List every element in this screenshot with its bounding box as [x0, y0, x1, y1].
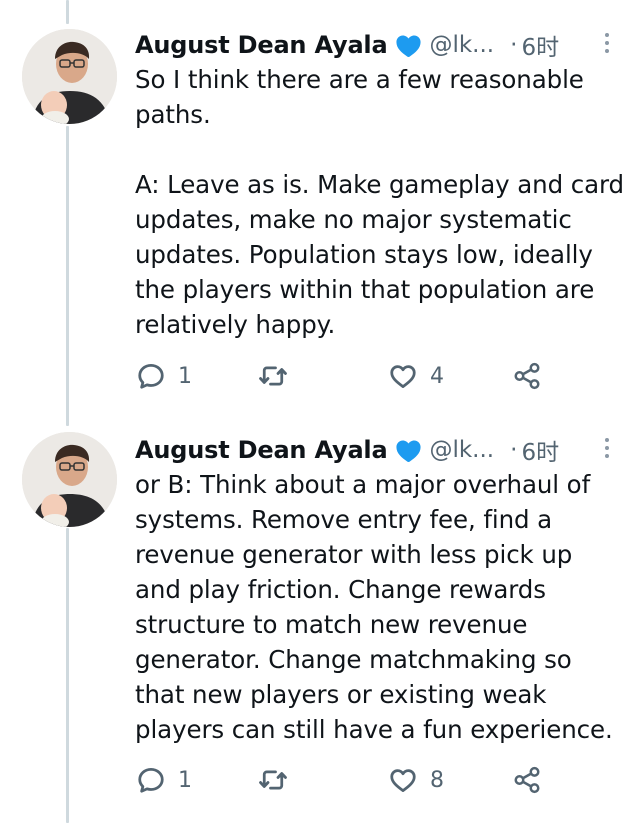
more-icon[interactable]	[602, 30, 612, 60]
share-button[interactable]	[512, 760, 542, 800]
like-count: 4	[430, 363, 444, 389]
share-icon	[514, 766, 540, 794]
author-handle[interactable]: @lk...	[429, 437, 494, 463]
verified-badge-icon	[396, 34, 422, 57]
reply-button[interactable]: 1	[136, 356, 192, 396]
like-icon	[390, 769, 416, 792]
tweet[interactable]: August Dean Ayala @lk... · 6时 So I think…	[0, 0, 640, 420]
like-count: 8	[430, 767, 444, 793]
share-icon	[514, 362, 540, 390]
tweet[interactable]: August Dean Ayala @lk... · 6时 or B: Thin…	[0, 420, 640, 823]
verified-badge-icon	[396, 439, 422, 462]
avatar[interactable]	[22, 29, 117, 124]
more-icon[interactable]	[602, 435, 612, 465]
like-button[interactable]: 8	[388, 760, 444, 800]
reply-icon	[138, 364, 164, 389]
reply-button[interactable]: 1	[136, 760, 192, 800]
author-handle[interactable]: @lk...	[429, 32, 494, 58]
like-button[interactable]: 4	[388, 356, 444, 396]
reply-count: 1	[178, 767, 192, 793]
retweet-icon	[259, 770, 287, 790]
author-name[interactable]: August Dean Ayala	[135, 436, 388, 464]
tweet-time[interactable]: 6时	[521, 28, 559, 62]
tweet-actions: 1 4	[136, 356, 616, 396]
retweet-button[interactable]	[258, 760, 300, 800]
author-name[interactable]: August Dean Ayala	[135, 31, 388, 59]
tweet-time[interactable]: 6时	[521, 433, 559, 467]
avatar[interactable]	[22, 432, 117, 527]
tweet-text: So I think there are a few reasonable pa…	[135, 65, 624, 339]
retweet-icon	[259, 366, 287, 386]
time-separator: ·	[510, 32, 518, 58]
reply-count: 1	[178, 363, 192, 389]
reply-icon	[138, 768, 164, 793]
retweet-button[interactable]	[258, 356, 300, 396]
share-button[interactable]	[512, 356, 542, 396]
time-separator: ·	[510, 437, 518, 463]
like-icon	[390, 365, 416, 388]
tweet-actions: 1 8	[136, 760, 616, 800]
tweet-text: or B: Think about a major overhaul of sy…	[135, 470, 613, 744]
